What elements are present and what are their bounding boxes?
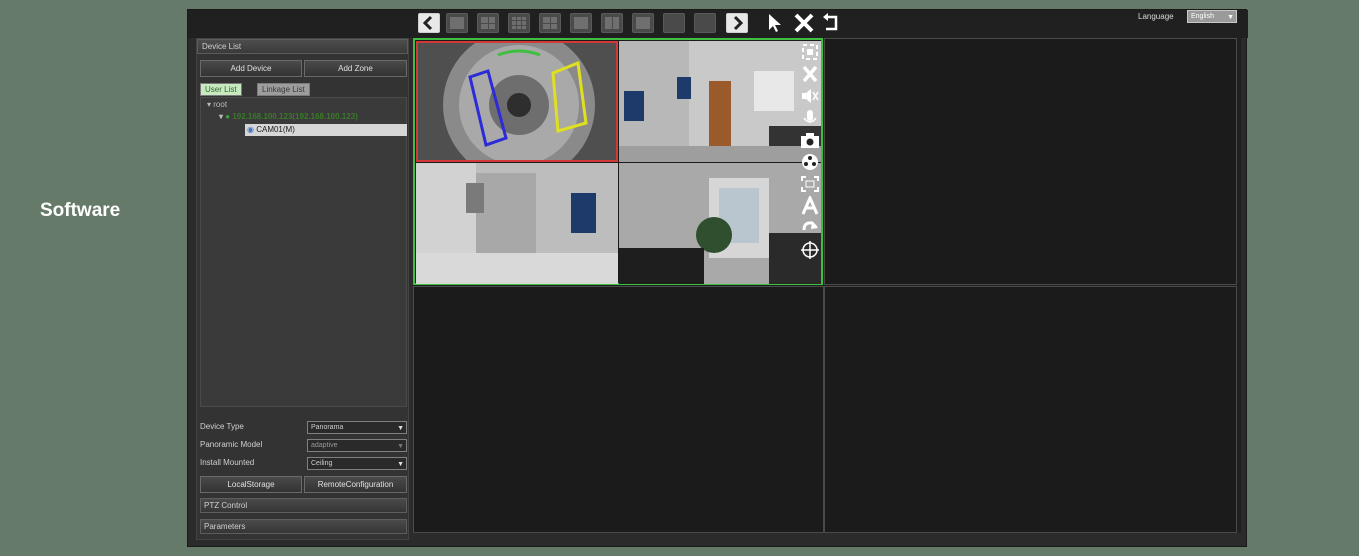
tree-root[interactable]: ▾ root: [207, 100, 227, 109]
dewarp-view-3[interactable]: [619, 163, 821, 284]
device-type-select[interactable]: Panorama ▼: [307, 421, 407, 434]
fullscreen-icon: [801, 176, 819, 192]
dewarp-view-2[interactable]: [416, 163, 618, 284]
device-tree: ▾ root ▾ ● 192.168.100.123(192.168.100.1…: [200, 97, 407, 407]
layout-blank-b-button[interactable]: [694, 13, 716, 33]
add-zone-button[interactable]: Add Zone: [304, 60, 407, 77]
chevron-left-icon: [422, 15, 433, 31]
toolbar: Language English ▼: [188, 10, 1248, 38]
add-device-button[interactable]: Add Device: [200, 60, 302, 77]
close-all-tool[interactable]: [792, 11, 816, 35]
layout-4-button[interactable]: [477, 13, 499, 33]
audio-icon: [802, 89, 819, 103]
device-panel: Device List Add Device Add Zone User Lis…: [196, 38, 409, 540]
record-button[interactable]: [799, 152, 821, 172]
layout-6-button[interactable]: [539, 13, 561, 33]
video-cell-4[interactable]: [824, 286, 1237, 533]
fit-button[interactable]: [799, 42, 821, 62]
ptz-control-section[interactable]: PTZ Control: [200, 498, 407, 513]
local-storage-button[interactable]: LocalStorage: [200, 476, 302, 493]
osd-text-button[interactable]: [799, 194, 821, 216]
ptz-icon: [801, 241, 819, 259]
language-select[interactable]: English ▼: [1187, 10, 1237, 23]
video-cell-2[interactable]: [824, 38, 1237, 285]
tab-linkage-list[interactable]: Linkage List: [257, 83, 310, 96]
layout-8-button[interactable]: [601, 13, 623, 33]
mic-icon: [803, 110, 817, 123]
layout-wide-button[interactable]: [632, 13, 654, 33]
layout-1-button[interactable]: [446, 13, 468, 33]
chevron-down-icon: ▼: [1227, 14, 1234, 21]
video-area: [413, 38, 1241, 533]
layout-single-button[interactable]: [570, 13, 592, 33]
video-cell-3[interactable]: [413, 286, 824, 533]
cursor-icon: [769, 14, 781, 32]
language-label: Language: [1138, 12, 1174, 21]
app-window: Language English ▼ Device List Add Devic…: [187, 9, 1248, 547]
panoramic-model-row: Panoramic Model adaptive ▼: [200, 439, 407, 453]
fullscreen-button[interactable]: [799, 174, 821, 194]
install-mounted-label: Install Mounted: [200, 458, 255, 467]
close-icon: [802, 65, 818, 83]
undo-tool[interactable]: [820, 11, 844, 35]
fit-icon: [802, 44, 818, 60]
panoramic-model-select[interactable]: adaptive ▼: [307, 439, 407, 452]
pointer-tool[interactable]: [763, 11, 787, 35]
close-video-button[interactable]: [799, 64, 821, 84]
chevron-down-icon: ▼: [397, 425, 404, 432]
record-icon: [802, 154, 818, 170]
layout-blank-a-button[interactable]: [663, 13, 685, 33]
tree-device[interactable]: ▾ ● 192.168.100.123(192.168.100.123): [219, 112, 358, 121]
parameters-section[interactable]: Parameters: [200, 519, 407, 534]
dewarp-view-1[interactable]: [619, 41, 821, 162]
device-type-label: Device Type: [200, 422, 244, 431]
snapshot-button[interactable]: [799, 130, 821, 150]
chevron-right-icon: [733, 15, 744, 31]
next-page-button[interactable]: [726, 13, 748, 33]
chevron-down-icon: ▼: [397, 443, 404, 450]
rotate-icon: [802, 221, 818, 231]
tree-camera[interactable]: ◉ CAM01(M): [245, 124, 407, 136]
rotate-icon: [823, 13, 838, 31]
layout-9-button[interactable]: [508, 13, 530, 33]
rotate-button[interactable]: [799, 218, 821, 238]
language-value: English: [1191, 13, 1214, 20]
prev-page-button[interactable]: [418, 13, 440, 33]
remote-configuration-button[interactable]: RemoteConfiguration: [304, 476, 407, 493]
install-mounted-select[interactable]: Ceiling ▼: [307, 457, 407, 470]
audio-button[interactable]: [799, 86, 821, 106]
side-label: Software: [40, 200, 121, 221]
device-list-header: Device List: [197, 39, 408, 54]
install-mounted-row: Install Mounted Ceiling ▼: [200, 457, 407, 471]
device-type-row: Device Type Panorama ▼: [200, 421, 407, 435]
mic-button[interactable]: [799, 108, 821, 128]
video-cell-1[interactable]: [413, 38, 823, 285]
fisheye-view[interactable]: [416, 41, 618, 162]
tab-user-list[interactable]: User List: [200, 83, 242, 96]
camera-icon: ◉: [247, 125, 257, 134]
chevron-down-icon: ▼: [397, 461, 404, 468]
close-icon: [794, 13, 814, 33]
snapshot-icon: [801, 133, 819, 148]
ptz-button[interactable]: [799, 240, 821, 260]
text-icon: [801, 194, 819, 215]
device-icon: ●: [225, 112, 231, 121]
panoramic-model-label: Panoramic Model: [200, 440, 263, 449]
